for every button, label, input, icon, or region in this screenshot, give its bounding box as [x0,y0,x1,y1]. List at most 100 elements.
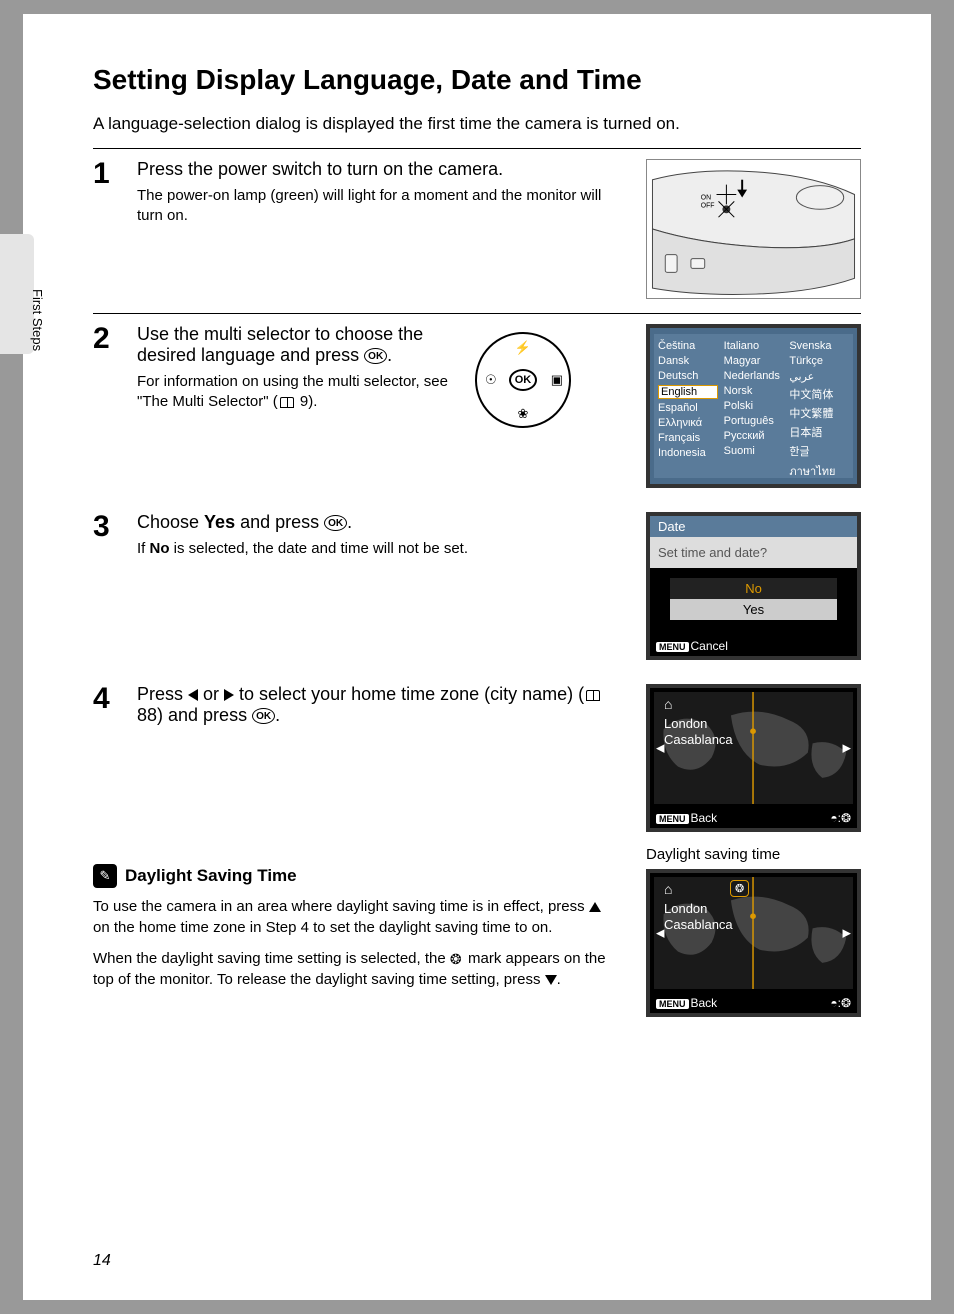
left-arrow-icon: ◀ [656,742,664,755]
down-arrow-icon [545,975,557,985]
lang-item: ภาษาไทย [789,462,849,480]
step-title: Use the multi selector to choose the des… [137,324,457,366]
menu-badge: MENU [656,642,689,652]
map-footer-left: MENUBack [656,996,717,1010]
timezone-location: London Casablanca [664,901,733,934]
lang-item: 中文简体 [789,386,849,402]
lang-item: 한글 [789,443,849,459]
step-3: 3 Choose Yes and press OK. If No is sele… [93,502,861,674]
timezone-location: London Casablanca [664,716,733,749]
intro-text: A language-selection dialog is displayed… [93,114,861,134]
lang-item: 中文繁體 [789,405,849,421]
lang-item-selected: English [658,385,718,399]
lang-item: Italiano [724,340,784,352]
step-title: Choose Yes and press OK. [137,512,628,533]
dst-caption: Daylight saving time [646,846,861,863]
step-number: 1 [93,159,119,189]
language-screen: Čeština Dansk Deutsch English Español Ελ… [646,324,861,488]
text: . [557,971,561,988]
text: 9). [296,393,318,410]
lang-item: Čeština [658,340,718,352]
lang-item: Indonesia [658,447,718,459]
lang-col-1: Čeština Dansk Deutsch English Español Ελ… [658,340,718,480]
option-yes: Yes [670,599,837,620]
lang-item: Polski [724,400,784,412]
text: . [347,512,352,532]
section-tab [0,234,34,354]
lang-item: Magyar [724,355,784,367]
lang-item: Nederlands [724,370,784,382]
dst-map-screen: ⌂ ❂ London Casablanca ◀ ▶ MENUBack ◓:❂ [646,869,861,1017]
step-title: Press the power switch to turn on the ca… [137,159,628,180]
page-number: 14 [93,1252,111,1270]
lang-item: Suomi [724,445,784,457]
lang-item: Türkçe [789,355,849,367]
dialog-footer: MENUCancel [656,639,728,653]
svg-text:OFF: OFF [701,202,715,209]
note-paragraph: When the daylight saving time setting is… [93,948,613,990]
lang-item: Русский [724,430,784,442]
location-line: Casablanca [664,732,733,748]
text: on the home time zone in Step 4 to set t… [93,919,552,936]
lang-item: Dansk [658,355,718,367]
text: to select your home time zone (city name… [234,684,584,704]
step-detail: For information on using the multi selec… [137,372,457,413]
location-line: Casablanca [664,917,733,933]
step-number: 2 [93,324,119,354]
text: or [198,684,224,704]
lang-item: عربي [789,370,849,383]
ok-icon: OK [364,348,387,364]
lang-item: Português [724,415,784,427]
page-title: Setting Display Language, Date and Time [93,64,861,96]
flash-icon: ⚡ [515,340,531,356]
up-arrow-icon [589,902,601,912]
note-header: ✎ Daylight Saving Time [93,864,632,888]
text: To use the camera in an area where dayli… [93,898,589,915]
text: 88) and press [137,705,252,725]
lang-item: Deutsch [658,370,718,382]
back-label: Back [691,811,718,825]
menu-badge: MENU [656,814,689,824]
book-icon [586,690,600,701]
lang-item: Français [658,432,718,444]
manual-page: First Steps Setting Display Language, Da… [23,14,931,1300]
camera-illustration: ON OFF [646,159,861,299]
lang-item: 日本語 [789,424,849,440]
text-bold: Yes [204,512,235,532]
exposure-icon: ▣ [551,372,563,388]
text: . [387,345,392,365]
text: Press [137,684,188,704]
ok-button-illustration: OK [509,369,537,391]
step-number: 3 [93,512,119,542]
text: When the daylight saving time setting is… [93,950,450,967]
lang-col-2: Italiano Magyar Nederlands Norsk Polski … [724,340,784,480]
section-label: First Steps [30,289,45,351]
dst-section: ✎ Daylight Saving Time To use the camera… [93,846,861,1017]
right-arrow-icon [224,689,234,701]
multi-selector-illustration: ⚡ ❀ ☉ ▣ OK [475,332,571,428]
lang-col-3: Svenska Türkçe عربي 中文简体 中文繁體 日本語 한글 ภาษ… [789,340,849,480]
menu-badge: MENU [656,999,689,1009]
lang-item: Ελληνικά [658,417,718,429]
right-arrow-icon: ▶ [843,927,851,940]
ok-icon: OK [252,708,275,724]
step-2: 2 Use the multi selector to choose the d… [93,314,861,502]
dst-mark-icon [450,952,464,966]
svg-text:ON: ON [701,194,711,201]
text: and press [235,512,324,532]
macro-icon: ❀ [518,406,529,422]
lang-item: Svenska [789,340,849,352]
dialog-question: Set time and date? [650,537,857,568]
note-paragraph: To use the camera in an area where dayli… [93,896,613,938]
home-icon: ⌂ [664,881,672,897]
text-bold: No [150,540,170,557]
timezone-map-screen: ⌂ London Casablanca ◀ ▶ MENUBack ◓:❂ [646,684,861,832]
step-title: Press or to select your home time zone (… [137,684,628,726]
lang-item: Norsk [724,385,784,397]
text: is selected, the date and time will not … [170,540,469,557]
map-footer-left: MENUBack [656,811,717,825]
map-footer-right: ◓:❂ [830,996,851,1010]
ok-icon: OK [324,515,347,531]
right-arrow-icon: ▶ [843,742,851,755]
step-number: 4 [93,684,119,714]
